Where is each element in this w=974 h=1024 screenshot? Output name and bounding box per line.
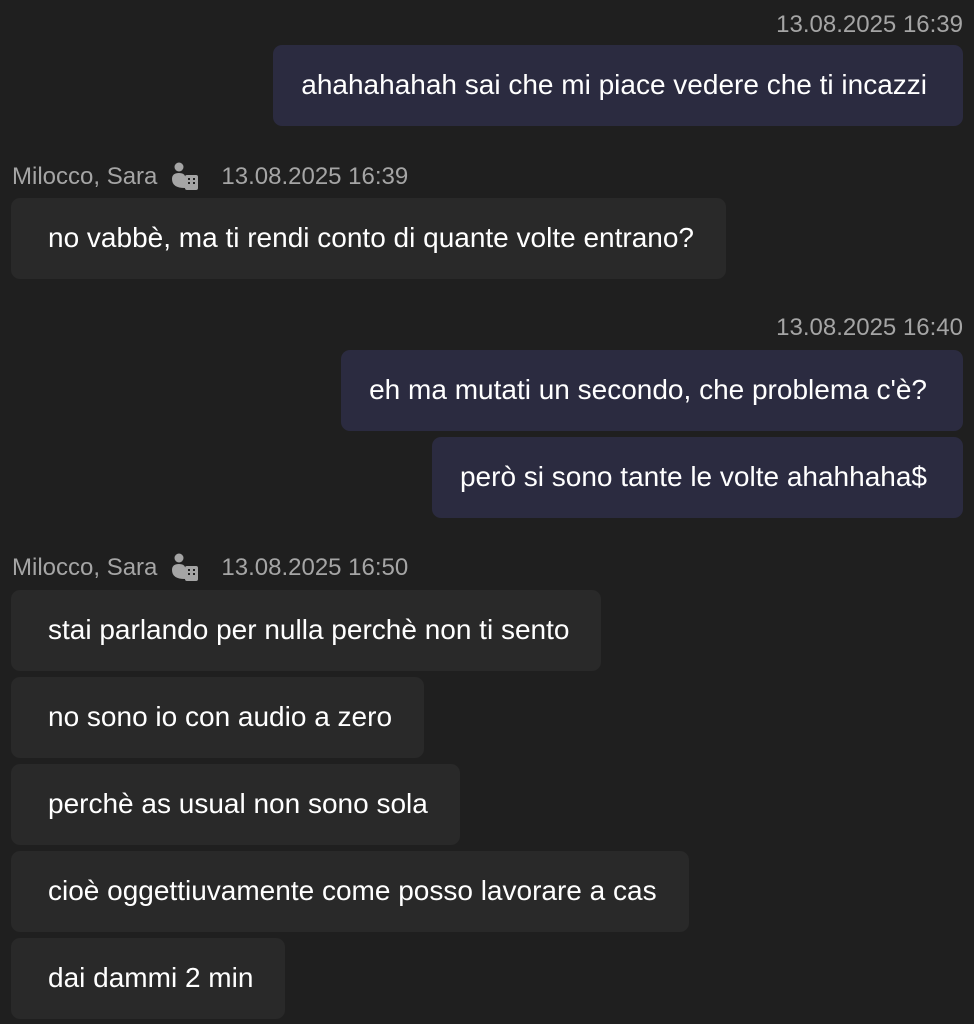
own-message-bubble[interactable]: però si sono tante le volte ahahhaha$ <box>431 437 963 518</box>
other-message-bubble[interactable]: stai parlando per nulla perchè non ti se… <box>11 590 602 671</box>
other-message-bubble[interactable]: dai dammi 2 min <box>11 938 286 1019</box>
sender-header: Milocco, Sara 13.08.2025 16:39 <box>12 160 408 194</box>
own-message-bubble[interactable]: eh ma mutati un secondo, che problema c'… <box>341 350 963 431</box>
external-org-icon <box>169 161 201 193</box>
other-message-bubble[interactable]: no vabbè, ma ti rendi conto di quante vo… <box>11 198 726 279</box>
message-timestamp: 13.08.2025 16:39 <box>776 11 963 38</box>
sender-name[interactable]: Milocco, Sara <box>12 554 157 582</box>
own-message-bubble[interactable]: ahahahahah sai che mi piace vedere che t… <box>273 45 963 126</box>
other-message-bubble[interactable]: perchè as usual non sono sola <box>11 764 460 845</box>
other-message-bubble[interactable]: no sono io con audio a zero <box>11 677 425 758</box>
sender-name[interactable]: Milocco, Sara <box>12 163 157 191</box>
sender-header: Milocco, Sara 13.08.2025 16:50 <box>12 551 408 585</box>
message-timestamp: 13.08.2025 16:39 <box>221 163 409 190</box>
message-timestamp: 13.08.2025 16:40 <box>776 314 963 341</box>
external-org-icon <box>169 552 201 584</box>
chat-thread: 13.08.2025 16:39 ahahahahah sai che mi p… <box>0 0 974 1024</box>
other-message-bubble[interactable]: cioè oggettiuvamente come posso lavorare… <box>11 851 689 932</box>
message-timestamp: 13.08.2025 16:50 <box>221 554 409 581</box>
